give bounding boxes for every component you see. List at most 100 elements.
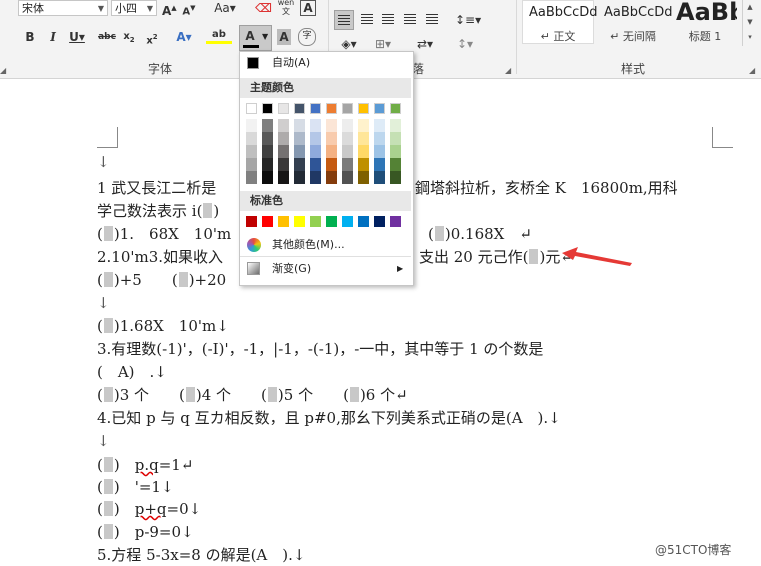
theme-shade-swatch[interactable] xyxy=(278,132,289,145)
theme-shade-swatch[interactable] xyxy=(310,171,321,184)
text-line[interactable]: 3.有理数(-1)'，(-I)'，-1，|-1，-(-1)，-一中，其中等于 1… xyxy=(97,339,543,359)
theme-shade-swatch[interactable] xyxy=(262,171,273,184)
theme-shade-swatch[interactable] xyxy=(246,132,257,145)
theme-shade-swatch[interactable] xyxy=(278,145,289,158)
style-no-spacing[interactable]: AaBbCcDd ↵ 无间隔 xyxy=(597,0,673,44)
theme-shade-swatch[interactable] xyxy=(310,132,321,145)
text-line[interactable]: () p+q=0↓ xyxy=(97,499,201,519)
align-center-icon[interactable] xyxy=(361,14,373,15)
gradient-item[interactable]: 渐变(G) ▶ xyxy=(240,258,411,280)
font-name-combo[interactable]: 宋体 ▼ xyxy=(18,0,108,16)
strikethrough-icon[interactable]: abc xyxy=(98,29,116,45)
bold-icon[interactable]: B xyxy=(24,29,36,45)
theme-shade-swatch[interactable] xyxy=(262,158,273,171)
text-line[interactable]: () '=1↓ xyxy=(97,477,174,497)
theme-shade-swatch[interactable] xyxy=(374,145,385,158)
theme-shade-swatch[interactable] xyxy=(358,171,369,184)
theme-shade-swatch[interactable] xyxy=(390,119,401,132)
highlight-icon[interactable]: ab xyxy=(206,27,232,44)
theme-shade-swatch[interactable] xyxy=(294,158,305,171)
theme-color-swatch[interactable] xyxy=(310,103,321,114)
theme-color-swatch[interactable] xyxy=(390,103,401,114)
line-spacing-icon[interactable]: ↕≡▾ xyxy=(455,12,481,28)
theme-color-swatch[interactable] xyxy=(358,103,369,114)
theme-shade-swatch[interactable] xyxy=(246,171,257,184)
theme-shade-swatch[interactable] xyxy=(262,119,273,132)
theme-shade-swatch[interactable] xyxy=(358,145,369,158)
theme-shade-swatch[interactable] xyxy=(310,158,321,171)
styles-dialog-launcher-icon[interactable]: ◢ xyxy=(749,66,755,75)
enclose-characters-icon[interactable]: 字 xyxy=(298,28,316,46)
align-right-icon[interactable] xyxy=(382,14,394,15)
theme-shade-swatch[interactable] xyxy=(326,171,337,184)
shrink-font-icon[interactable]: A▼ xyxy=(182,0,196,20)
standard-color-swatch[interactable] xyxy=(342,216,353,227)
standard-color-swatch[interactable] xyxy=(374,216,385,227)
text-line[interactable]: () p.q=1↵ xyxy=(97,455,193,475)
theme-color-swatch[interactable] xyxy=(342,103,353,114)
grow-font-icon[interactable]: A▲ xyxy=(162,0,177,19)
theme-shade-swatch[interactable] xyxy=(246,145,257,158)
standard-color-swatch[interactable] xyxy=(246,216,257,227)
theme-shade-swatch[interactable] xyxy=(262,145,273,158)
theme-shade-swatch[interactable] xyxy=(326,158,337,171)
theme-shade-swatch[interactable] xyxy=(358,119,369,132)
text-line[interactable]: ()+5 ()+20 xyxy=(97,270,226,290)
theme-shade-swatch[interactable] xyxy=(246,158,257,171)
theme-color-swatch[interactable] xyxy=(246,103,257,114)
theme-shade-swatch[interactable] xyxy=(342,119,353,132)
theme-shade-swatch[interactable] xyxy=(342,145,353,158)
borders-icon[interactable]: ⊞▾ xyxy=(370,36,396,52)
text-line[interactable]: ()1. 68X 10'm xyxy=(97,224,231,244)
more-styles-icon[interactable]: ▾ xyxy=(743,30,757,45)
theme-shade-swatch[interactable] xyxy=(326,119,337,132)
theme-shade-swatch[interactable] xyxy=(358,132,369,145)
text-line[interactable]: ( A) .↓ xyxy=(97,362,167,382)
chevron-down-icon[interactable]: ▼ xyxy=(147,1,153,17)
theme-shade-swatch[interactable] xyxy=(310,119,321,132)
character-shading-icon[interactable]: A xyxy=(277,29,291,45)
distribute-icon[interactable] xyxy=(426,14,438,15)
text-line[interactable]: 1 武又長江二析是 xyxy=(97,178,216,198)
justify-icon[interactable] xyxy=(404,14,416,15)
standard-color-swatch[interactable] xyxy=(310,216,321,227)
underline-icon[interactable]: U▾ xyxy=(68,29,86,45)
change-case-icon[interactable]: Aa▾ xyxy=(212,0,238,16)
text-line[interactable]: 鋼塔斜拉析，亥桥全 K 16800m,用科 xyxy=(415,178,678,198)
text-direction-icon[interactable]: ⇄▾ xyxy=(412,36,438,52)
standard-color-swatch[interactable] xyxy=(326,216,337,227)
standard-color-swatch[interactable] xyxy=(262,216,273,227)
theme-shade-swatch[interactable] xyxy=(278,158,289,171)
theme-color-swatch[interactable] xyxy=(262,103,273,114)
more-colors-item[interactable]: 其他颜色(M)... xyxy=(240,234,411,256)
theme-shade-swatch[interactable] xyxy=(374,119,385,132)
theme-shade-swatch[interactable] xyxy=(294,119,305,132)
text-line[interactable]: 支出 20 元己作()元↵ xyxy=(419,247,573,267)
standard-color-swatch[interactable] xyxy=(278,216,289,227)
theme-shade-swatch[interactable] xyxy=(374,171,385,184)
standard-color-swatch[interactable] xyxy=(294,216,305,227)
sort-icon[interactable]: ↕▾ xyxy=(455,36,475,52)
italic-icon[interactable]: I xyxy=(47,29,59,45)
chevron-down-icon[interactable]: ▼ xyxy=(98,1,104,17)
theme-shade-swatch[interactable] xyxy=(390,132,401,145)
subscript-icon[interactable]: x2 xyxy=(122,29,136,48)
text-line[interactable]: 4.已知 p 与 q 互カ相反数，且 p#0,那幺下列美系式正硝の是(A ).↓ xyxy=(97,408,561,428)
theme-shade-swatch[interactable] xyxy=(358,158,369,171)
superscript-icon[interactable]: x2 xyxy=(145,29,159,49)
spelling-error[interactable]: p.q xyxy=(135,456,159,474)
theme-shade-swatch[interactable] xyxy=(294,132,305,145)
theme-shade-swatch[interactable] xyxy=(342,158,353,171)
spelling-error[interactable]: p+q xyxy=(135,500,167,518)
phonetic-guide-icon[interactable]: wén 文 xyxy=(277,0,295,16)
theme-shade-swatch[interactable] xyxy=(390,145,401,158)
theme-color-swatch[interactable] xyxy=(326,103,337,114)
theme-shade-swatch[interactable] xyxy=(342,132,353,145)
styles-scroll[interactable]: ▲ ▼ ▾ xyxy=(742,0,757,46)
theme-shade-swatch[interactable] xyxy=(374,158,385,171)
theme-shade-swatch[interactable] xyxy=(374,132,385,145)
theme-shade-swatch[interactable] xyxy=(326,145,337,158)
font-color-button[interactable]: A ▼ xyxy=(239,25,272,51)
style-heading-1[interactable]: AaBb 标题 1 xyxy=(672,0,738,44)
text-line[interactable]: 5.方程 5-3x=8 の解是(A ).↓ xyxy=(97,545,305,565)
